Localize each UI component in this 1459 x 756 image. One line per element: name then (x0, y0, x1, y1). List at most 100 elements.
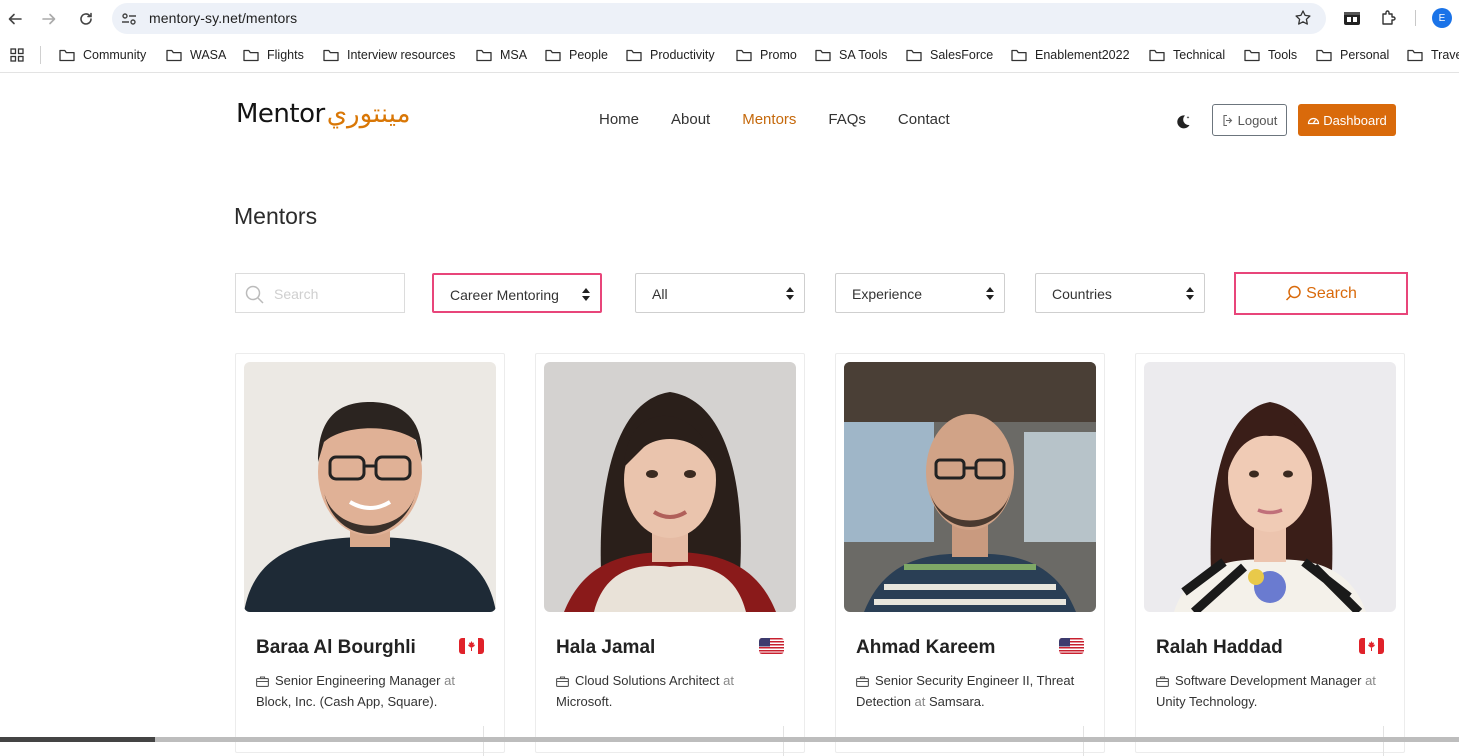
bookmark-label: Productivity (650, 48, 715, 62)
extensions-puzzle-icon[interactable] (1379, 8, 1399, 28)
url-text[interactable]: mentory-sy.net/mentors (149, 10, 297, 26)
bookmark-label: Technical (1173, 48, 1226, 62)
bookmark-wasa[interactable]: WASA (166, 46, 226, 64)
briefcase-icon (1156, 676, 1169, 687)
dashboard-button[interactable]: Dashboard (1298, 104, 1396, 136)
at-label: at (914, 694, 926, 709)
mentor-job-title: Software Development Manager (1175, 673, 1362, 688)
nav-home[interactable]: Home (599, 111, 639, 128)
logo-latin-text: Mentor (236, 99, 325, 129)
scrollbar-thumb[interactable] (0, 737, 155, 742)
bookmark-people[interactable]: People (545, 46, 608, 64)
at-label: at (1365, 673, 1376, 688)
mentor-card[interactable]: Hala Jamal Cloud Solutions Architect at … (535, 353, 805, 756)
countries-select[interactable]: Countries (1035, 273, 1205, 313)
extension-app-icon[interactable] (1342, 8, 1362, 28)
speedometer-icon (1308, 117, 1320, 125)
bookmark-trave[interactable]: Trave (1407, 46, 1459, 64)
at-label: at (723, 673, 734, 688)
category-select[interactable]: All (635, 273, 805, 313)
folder-icon (323, 49, 339, 61)
moon-stars-icon[interactable] (1174, 113, 1192, 131)
mentor-company: Samsara. (929, 694, 985, 709)
search-placeholder: Search (274, 286, 319, 302)
search-button-label: Search (1306, 284, 1357, 302)
logout-icon (1223, 114, 1232, 126)
logout-button[interactable]: Logout (1212, 104, 1287, 136)
bookmark-label: Enablement2022 (1035, 48, 1130, 62)
address-bar[interactable]: mentory-sy.net/mentors (112, 3, 1326, 34)
folder-icon (476, 49, 492, 61)
site-header: Mentor مينتوري Home About Mentors FAQs C… (0, 73, 1459, 168)
bookmark-enablement2022[interactable]: Enablement2022 (1011, 46, 1130, 64)
mentor-name[interactable]: Baraa Al Bourghli (256, 637, 416, 659)
canada-flag-icon (459, 638, 484, 654)
us-flag-icon (1059, 638, 1084, 654)
bookmark-label: People (569, 48, 608, 62)
folder-icon (1407, 49, 1423, 61)
toolbar-divider (1415, 10, 1416, 26)
reload-button[interactable] (75, 8, 97, 30)
bookmark-label: Community (83, 48, 147, 62)
briefcase-icon (856, 676, 869, 687)
experience-select[interactable]: Experience (835, 273, 1005, 313)
apps-grid-icon[interactable] (10, 48, 24, 62)
bookmark-label: Flights (267, 48, 304, 62)
folder-icon (243, 49, 259, 61)
site-logo[interactable]: Mentor مينتوري (236, 99, 411, 139)
bookmark-msa[interactable]: MSA (476, 46, 527, 64)
folder-icon (815, 49, 831, 61)
bookmark-technical[interactable]: Technical (1149, 46, 1225, 64)
bookmark-interview-resources[interactable]: Interview resources (323, 46, 455, 64)
bookmark-label: Trave (1431, 48, 1459, 62)
mentor-name[interactable]: Hala Jamal (556, 637, 655, 659)
bookmarks-bar: Community WASA Flights Interview resources M… (0, 37, 1459, 73)
mentor-card[interactable]: Ralah Haddad Software Development Manage… (1135, 353, 1405, 756)
bookmark-star-icon[interactable] (1294, 9, 1312, 27)
mentor-name[interactable]: Ralah Haddad (1156, 637, 1283, 659)
bookmark-promo[interactable]: Promo (736, 46, 797, 64)
select-arrows-icon (582, 288, 590, 301)
mentor-job-title: Senior Engineering Manager (275, 673, 441, 688)
bookmark-flights[interactable]: Flights (243, 46, 304, 64)
mentoring-type-select[interactable]: Career Mentoring (432, 273, 602, 313)
mentor-name[interactable]: Ahmad Kareem (856, 637, 995, 659)
nav-faqs[interactable]: FAQs (828, 111, 866, 128)
nav-about[interactable]: About (671, 111, 710, 128)
bookmark-label: Personal (1340, 48, 1390, 62)
bookmark-productivity[interactable]: Productivity (626, 46, 715, 64)
mentor-card[interactable]: Baraa Al Bourghli Senior Engineering Man… (235, 353, 505, 756)
bookmark-sa-tools[interactable]: SA Tools (815, 46, 887, 64)
logout-label: Logout (1237, 112, 1278, 128)
search-input[interactable]: Search (235, 273, 405, 313)
folder-icon (166, 49, 182, 61)
back-button[interactable] (4, 8, 26, 30)
nav-contact[interactable]: Contact (898, 111, 950, 128)
horizontal-scrollbar[interactable] (0, 737, 1459, 742)
mentor-photo[interactable] (844, 362, 1096, 612)
main-nav: Home About Mentors FAQs Contact (599, 111, 950, 128)
site-settings-icon[interactable] (120, 10, 138, 28)
bookmark-community[interactable]: Community (59, 46, 146, 64)
bookmark-label: Interview resources (347, 48, 456, 62)
folder-icon (906, 49, 922, 61)
profile-avatar[interactable]: E (1432, 8, 1452, 28)
search-button[interactable]: Search (1234, 272, 1408, 315)
mentor-photo[interactable] (1144, 362, 1396, 612)
bookmark-personal[interactable]: Personal (1316, 46, 1389, 64)
folder-icon (59, 49, 75, 61)
bookmark-salesforce[interactable]: SalesForce (906, 46, 993, 64)
mentor-card[interactable]: Ahmad Kareem Senior Security Engineer II… (835, 353, 1105, 756)
bookmark-label: MSA (500, 48, 528, 62)
bookmark-tools[interactable]: Tools (1244, 46, 1297, 64)
mentor-job-title: Cloud Solutions Architect (575, 673, 720, 688)
mentor-role: Senior Security Engineer II, Threat Dete… (856, 670, 1086, 712)
forward-button[interactable] (38, 8, 60, 30)
nav-mentors[interactable]: Mentors (742, 111, 796, 128)
arrow-left-icon (8, 13, 22, 25)
mentor-photo[interactable] (244, 362, 496, 612)
select-arrows-icon (986, 287, 994, 300)
mentor-photo[interactable] (544, 362, 796, 612)
category-value: All (652, 286, 668, 302)
bookmark-label: WASA (190, 48, 227, 62)
